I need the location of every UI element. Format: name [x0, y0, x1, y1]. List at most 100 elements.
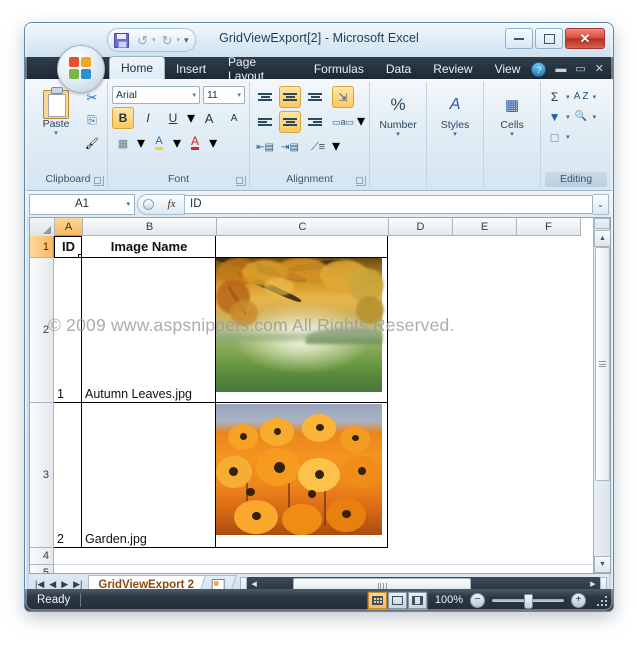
cell-b4[interactable]	[82, 548, 216, 565]
cell-a3[interactable]: 2	[54, 403, 82, 548]
cell-f4[interactable]	[516, 548, 580, 565]
column-header-d[interactable]: D	[389, 218, 453, 236]
align-left-button[interactable]	[254, 111, 276, 133]
cell-c1[interactable]	[216, 236, 388, 258]
font-name-combo[interactable]: Arial ▾	[112, 86, 200, 104]
tab-view[interactable]: View	[484, 58, 532, 79]
alignment-dialog-launcher[interactable]	[356, 176, 367, 186]
column-header-c[interactable]: C	[217, 218, 389, 236]
tab-page-layout[interactable]: Page Layout	[217, 55, 303, 83]
vertical-scrollbar[interactable]: ▲ ▼	[593, 218, 610, 573]
insert-function-button[interactable]: fx	[159, 193, 185, 215]
decrease-indent-button[interactable]: ⇤▤	[254, 136, 276, 158]
cell-a4[interactable]	[54, 548, 82, 565]
office-button[interactable]	[57, 45, 105, 93]
cell-d2[interactable]	[388, 258, 452, 403]
fill-caret-icon[interactable]: ▾	[566, 113, 570, 121]
resize-grip-icon[interactable]	[596, 595, 607, 606]
column-header-e[interactable]: E	[453, 218, 517, 236]
cell-f3[interactable]	[516, 403, 580, 548]
autosum-icon[interactable]: Σ	[545, 88, 564, 105]
cell-c3[interactable]	[216, 403, 388, 548]
zoom-out-button[interactable]: −	[470, 592, 485, 608]
clipboard-dialog-launcher[interactable]	[94, 176, 104, 186]
restore-window-icon[interactable]: ▭	[575, 64, 585, 75]
top-align-button[interactable]	[254, 86, 276, 108]
borders-button[interactable]: ▦	[112, 132, 134, 154]
cell-a2[interactable]: 1	[54, 258, 82, 403]
next-sheet-button[interactable]: ▶	[61, 579, 68, 590]
cell-e4[interactable]	[452, 548, 516, 565]
scroll-up-button[interactable]: ▲	[594, 230, 610, 247]
select-all-button[interactable]	[30, 218, 55, 237]
font-dialog-launcher[interactable]	[236, 176, 247, 186]
cell-b1[interactable]: Image Name	[82, 236, 216, 258]
maximize-button[interactable]	[535, 28, 563, 49]
align-center-button[interactable]	[279, 111, 302, 133]
minimize-button[interactable]	[505, 28, 533, 49]
underline-button[interactable]: U	[162, 107, 184, 129]
cell-e1[interactable]	[452, 236, 516, 258]
zoom-slider-handle[interactable]	[524, 593, 534, 609]
cell-d4[interactable]	[388, 548, 452, 565]
cell-d3[interactable]	[388, 403, 452, 548]
cell-b3[interactable]: Garden.jpg	[82, 403, 216, 548]
underline-caret-icon[interactable]: ▾	[187, 108, 195, 128]
cell-e2[interactable]	[452, 258, 516, 403]
row-header-2[interactable]: 2	[30, 258, 54, 403]
cell-f1[interactable]	[516, 236, 580, 258]
middle-align-button[interactable]	[279, 86, 302, 108]
help-icon[interactable]: ?	[531, 62, 547, 77]
row-header-1[interactable]: 1	[30, 236, 54, 258]
clear-icon[interactable]: ◻	[545, 128, 564, 145]
sort-filter-icon[interactable]: A Z	[572, 88, 591, 105]
row-header-5[interactable]: 5	[30, 565, 54, 573]
fill-icon[interactable]: ▼	[545, 108, 564, 125]
cell-c4[interactable]	[216, 548, 388, 565]
close-button[interactable]: ✕	[565, 28, 605, 49]
wrap-text-button[interactable]: ⇲	[332, 86, 355, 108]
bottom-align-button[interactable]	[304, 86, 326, 108]
tab-data[interactable]: Data	[375, 58, 422, 79]
font-color-caret-icon[interactable]: ▾	[209, 133, 217, 153]
fill-color-button[interactable]: A	[148, 132, 170, 154]
grow-font-button[interactable]: A	[198, 107, 220, 129]
shrink-font-button[interactable]: A	[223, 107, 245, 129]
cell-b2[interactable]: Autumn Leaves.jpg	[82, 258, 216, 403]
orientation-button[interactable]: ⟋≡	[307, 136, 329, 158]
row-header-3[interactable]: 3	[30, 403, 54, 548]
prev-sheet-button[interactable]: ◀	[49, 579, 56, 590]
number-caret-icon[interactable]: ▾	[396, 131, 400, 138]
clear-caret-icon[interactable]: ▾	[566, 133, 570, 141]
merge-center-button[interactable]: ▭a▭	[332, 111, 354, 133]
scroll-down-button[interactable]: ▼	[594, 556, 610, 573]
font-size-combo[interactable]: 11 ▾	[203, 86, 245, 104]
cell-a5[interactable]	[54, 565, 82, 573]
cell-b5[interactable]	[82, 565, 216, 573]
cell-e5[interactable]	[452, 565, 516, 573]
column-header-a[interactable]: A	[55, 218, 83, 236]
cell-f2[interactable]	[516, 258, 580, 403]
borders-caret-icon[interactable]: ▾	[137, 133, 145, 153]
styles-caret-icon[interactable]: ▾	[453, 131, 457, 138]
column-header-b[interactable]: B	[83, 218, 217, 236]
copy-button[interactable]: ⎘	[81, 110, 103, 131]
first-sheet-button[interactable]: |◀	[35, 579, 44, 590]
bold-button[interactable]: B	[112, 107, 134, 129]
merge-caret-icon[interactable]: ▾	[357, 111, 365, 133]
sort-caret-icon[interactable]: ▾	[593, 93, 597, 101]
page-break-view-button[interactable]	[407, 591, 427, 609]
cell-d1[interactable]	[388, 236, 452, 258]
tab-formulas[interactable]: Formulas	[303, 58, 375, 79]
last-sheet-button[interactable]: ▶|	[73, 579, 82, 590]
cancel-formula-button[interactable]	[137, 193, 159, 215]
zoom-in-button[interactable]: +	[571, 592, 586, 608]
cell-c5[interactable]	[216, 565, 388, 573]
cell-a1[interactable]: ID	[54, 236, 82, 258]
increase-indent-button[interactable]: ⇥▤	[279, 136, 301, 158]
tab-review[interactable]: Review	[422, 58, 483, 79]
normal-view-button[interactable]	[367, 591, 387, 609]
autosum-caret-icon[interactable]: ▾	[566, 93, 570, 101]
tab-home[interactable]: Home	[109, 56, 166, 79]
cells-button[interactable]: ▦ Cells ▾	[488, 86, 536, 150]
